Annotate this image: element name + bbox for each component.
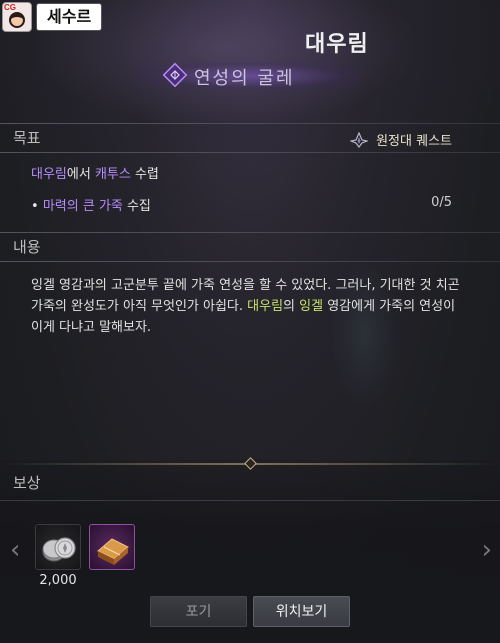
avatar-tag: CG bbox=[4, 3, 16, 12]
goal-section-label: 목표 bbox=[13, 129, 41, 147]
goal-bottom-rule bbox=[0, 152, 500, 153]
goal-progress: 0/5 bbox=[431, 195, 452, 210]
quest-title: 연성의 굴레 bbox=[194, 68, 295, 89]
description-npc: 잉겔 bbox=[299, 299, 324, 314]
reward-silver-coin[interactable] bbox=[35, 524, 81, 570]
avatar-face-icon bbox=[9, 12, 25, 28]
goal-main-objective: 대우림에서 캐투스 수렵 bbox=[31, 163, 159, 182]
quest-diamond-icon bbox=[162, 62, 188, 88]
quest-type: 원정대 퀘스트 bbox=[350, 130, 452, 149]
content-top-rule bbox=[0, 232, 500, 233]
player-chip: CG 세수르 bbox=[2, 2, 103, 32]
give-up-button[interactable]: 포기 bbox=[150, 596, 247, 627]
reward-next-arrow[interactable]: › bbox=[482, 535, 492, 565]
description-location: 대우림 bbox=[247, 299, 284, 314]
goal-text-a: 에서 bbox=[66, 167, 95, 182]
goal-location: 대우림 bbox=[31, 167, 67, 182]
reward-item-box[interactable] bbox=[89, 524, 135, 570]
content-section-label: 내용 bbox=[13, 238, 41, 256]
goal-text-b: 수렵 bbox=[130, 167, 159, 182]
quest-description: 잉겔 영감과의 고군분투 끝에 가죽 연성을 할 수 있었다. 그러나, 기대한… bbox=[31, 275, 461, 338]
content-bottom-rule bbox=[0, 261, 500, 262]
reward-rule bbox=[0, 500, 500, 501]
goal-bullet: • bbox=[31, 199, 39, 214]
silver-coin-icon bbox=[42, 537, 76, 562]
goal-monster: 캐투스 bbox=[94, 167, 131, 182]
reward-section-label: 보상 bbox=[13, 474, 41, 492]
player-avatar[interactable]: CG bbox=[2, 2, 32, 32]
locate-button[interactable]: 위치보기 bbox=[253, 596, 350, 627]
quest-title-banner: 연성의 굴레 bbox=[120, 58, 380, 94]
player-name: 세수르 bbox=[36, 3, 103, 31]
description-text-2: 의 bbox=[283, 299, 300, 314]
goal-top-rule bbox=[0, 123, 500, 124]
goal-item-name: 마력의 큰 가죽 bbox=[42, 199, 123, 214]
quest-type-label: 원정대 퀘스트 bbox=[376, 134, 452, 149]
reward-coin-count: 2,000 bbox=[39, 573, 77, 588]
goal-item-objective: • 마력의 큰 가죽 수집 bbox=[31, 195, 151, 214]
treasure-box-icon bbox=[97, 538, 129, 565]
goal-item-suffix: 수집 bbox=[122, 199, 151, 214]
npc-name: 대우림 bbox=[305, 32, 369, 57]
expedition-quest-icon bbox=[350, 131, 369, 148]
reward-prev-arrow[interactable]: ‹ bbox=[10, 535, 20, 565]
